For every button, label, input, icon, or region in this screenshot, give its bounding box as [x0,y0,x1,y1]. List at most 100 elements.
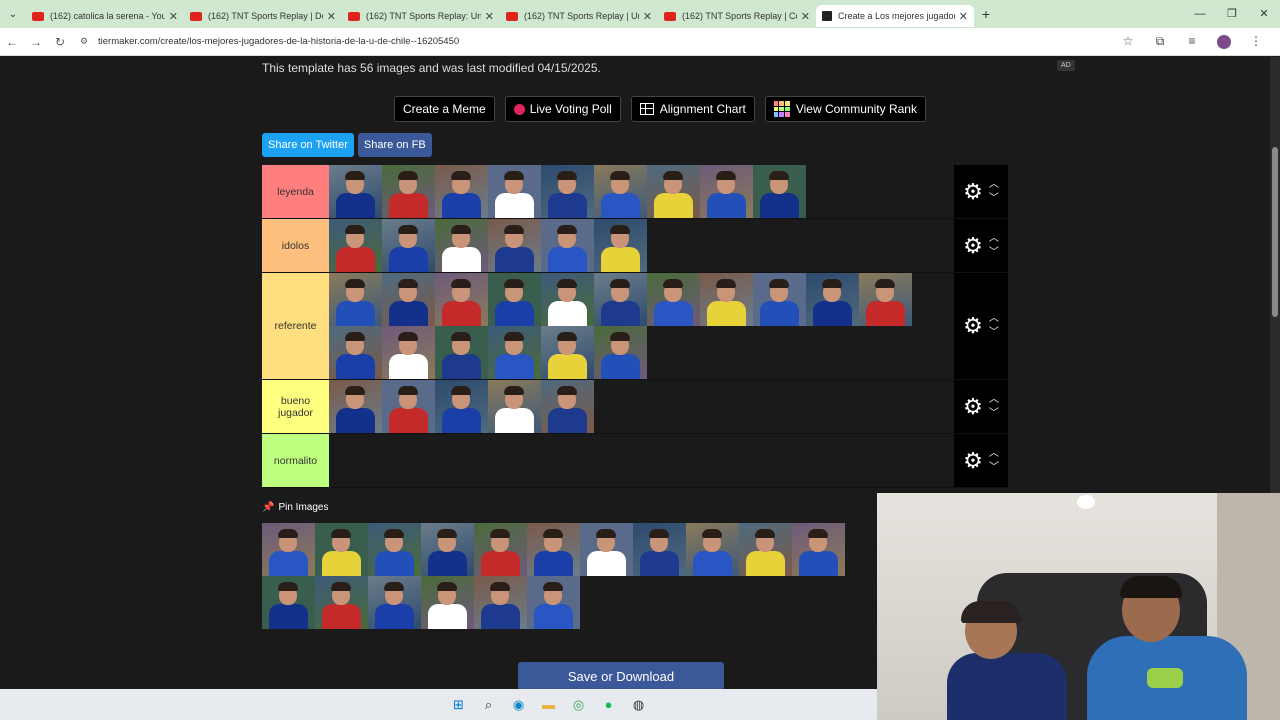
player-image[interactable] [541,165,594,218]
player-image[interactable] [541,273,594,326]
reload-icon[interactable]: ↻ [48,35,72,49]
close-tab-icon[interactable]: ✕ [485,10,494,23]
player-image[interactable] [262,576,315,629]
player-image[interactable] [329,380,382,433]
spotify-icon[interactable]: ● [599,695,619,715]
pin-images-toggle[interactable]: 📌 Pin Images [262,502,328,513]
move-up-icon[interactable]: ︿ [989,448,999,459]
player-image[interactable] [435,326,488,379]
close-tab-icon[interactable]: ✕ [959,10,968,23]
player-image[interactable] [382,326,435,379]
player-image[interactable] [435,380,488,433]
player-image[interactable] [474,576,527,629]
player-image[interactable] [368,523,421,576]
browser-tab[interactable]: Create a Los mejores jugadores ✕ [816,5,974,27]
app-icon[interactable]: ◍ [629,695,649,715]
windows-start-icon[interactable]: ⊞ [449,695,469,715]
folder-icon[interactable]: ▬ [539,695,559,715]
browser-tab[interactable]: (162) catolica la serena - YouTube ✕ [26,5,184,27]
player-image[interactable] [262,523,315,576]
player-image[interactable] [594,326,647,379]
player-image[interactable] [368,576,421,629]
player-image[interactable] [647,273,700,326]
move-down-icon[interactable]: ﹀ [989,462,999,473]
community-rank-button[interactable]: View Community Rank [764,96,926,122]
player-image[interactable] [527,576,580,629]
new-tab-button[interactable]: + [974,6,998,22]
player-image[interactable] [488,165,541,218]
player-image[interactable] [700,165,753,218]
player-image[interactable] [541,219,594,272]
player-image[interactable] [329,165,382,218]
move-down-icon[interactable]: ﹀ [989,328,999,338]
gear-icon[interactable]: ⚙ [963,234,983,257]
player-image[interactable] [594,165,647,218]
player-image[interactable] [488,380,541,433]
tier-label[interactable]: idolos [262,219,329,272]
player-image[interactable] [382,219,435,272]
player-image[interactable] [700,273,753,326]
player-image[interactable] [633,523,686,576]
tier-drop-zone[interactable] [329,219,954,272]
player-image[interactable] [315,523,368,576]
gear-icon[interactable]: ⚙ [963,180,983,203]
url-field[interactable]: ⚙ tiermaker.com/create/los-mejores-jugad… [80,31,1112,53]
player-image[interactable] [474,523,527,576]
player-image[interactable] [594,273,647,326]
player-image[interactable] [580,523,633,576]
chrome-icon[interactable]: ◎ [569,695,589,715]
profile-avatar[interactable] [1208,34,1240,49]
minimize-icon[interactable]: — [1184,0,1216,28]
browser-tab[interactable]: (162) TNT Sports Replay | Cobreloa ✕ [658,5,816,27]
player-image[interactable] [647,165,700,218]
player-image[interactable] [806,273,859,326]
browser-tab[interactable]: (162) TNT Sports Replay | Universidad ✕ [500,5,658,27]
player-image[interactable] [315,576,368,629]
player-image[interactable] [435,219,488,272]
tier-label[interactable]: leyenda [262,165,329,218]
media-icon[interactable]: ≡ [1176,34,1208,49]
player-image[interactable] [859,273,912,326]
player-image[interactable] [382,380,435,433]
player-image[interactable] [753,165,806,218]
player-image[interactable] [527,523,580,576]
close-window-icon[interactable]: ✕ [1248,0,1280,28]
player-image[interactable] [435,165,488,218]
move-down-icon[interactable]: ﹀ [989,193,999,204]
alignment-chart-button[interactable]: Alignment Chart [630,96,755,122]
tier-drop-zone[interactable] [329,273,954,379]
tier-label[interactable]: referente [262,273,329,379]
move-up-icon[interactable]: ︿ [989,394,999,405]
player-image[interactable] [792,523,845,576]
close-tab-icon[interactable]: ✕ [327,10,336,23]
player-image[interactable] [541,326,594,379]
close-tab-icon[interactable]: ✕ [643,10,652,23]
player-image[interactable] [488,326,541,379]
scrollbar-thumb[interactable] [1272,147,1278,317]
tab-search-icon[interactable]: ⌄ [0,0,26,28]
player-image[interactable] [686,523,739,576]
player-image[interactable] [382,273,435,326]
player-image[interactable] [594,219,647,272]
edge-icon[interactable]: ◉ [509,695,529,715]
tier-label[interactable]: bueno jugador [262,380,329,433]
gear-icon[interactable]: ⚙ [963,449,983,472]
player-image[interactable] [421,523,474,576]
move-down-icon[interactable]: ﹀ [989,247,999,258]
tier-drop-zone[interactable] [329,165,954,218]
tier-drop-zone[interactable] [329,380,954,433]
tier-label[interactable]: normalito [262,434,329,487]
browser-tab[interactable]: (162) TNT Sports Replay | Deportes ✕ [184,5,342,27]
close-tab-icon[interactable]: ✕ [801,10,810,23]
close-tab-icon[interactable]: ✕ [169,10,178,23]
bookmark-star-icon[interactable]: ☆ [1112,34,1144,49]
player-image[interactable] [329,273,382,326]
create-meme-button[interactable]: Create a Meme [394,96,495,122]
player-image[interactable] [421,576,474,629]
back-icon[interactable]: ← [0,35,24,49]
player-image[interactable] [435,273,488,326]
move-up-icon[interactable]: ︿ [989,179,999,190]
browser-tab[interactable]: (162) TNT Sports Replay: Universidad ✕ [342,5,500,27]
player-image[interactable] [329,219,382,272]
gear-icon[interactable]: ⚙ [963,315,983,337]
